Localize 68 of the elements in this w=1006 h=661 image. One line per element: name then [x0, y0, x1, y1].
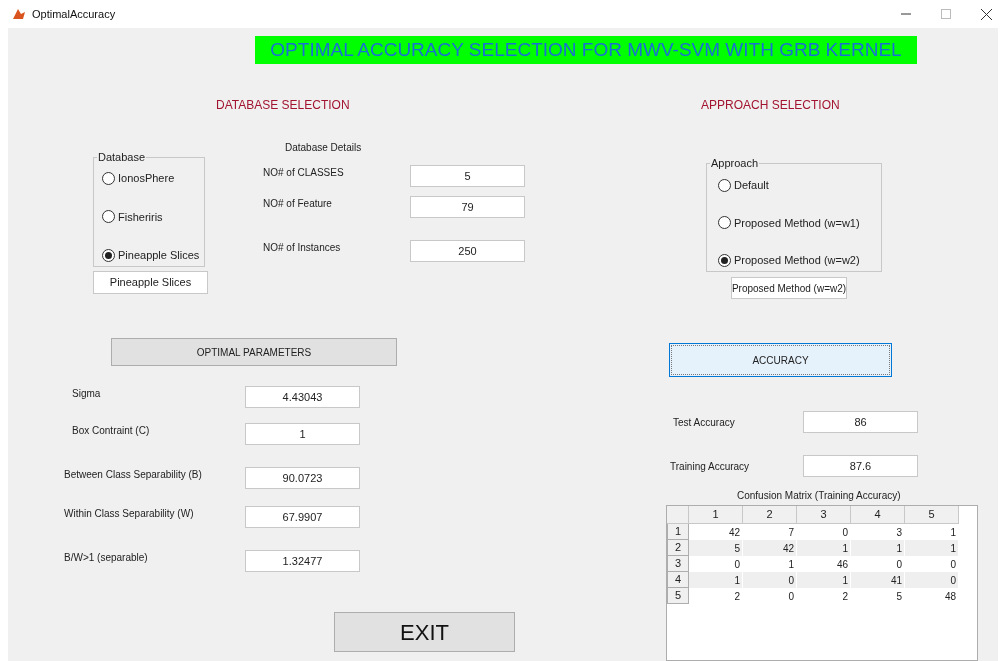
radio-button[interactable]: [102, 171, 115, 185]
value-field[interactable]: 67.9907: [245, 506, 360, 528]
detail-label: NO# of Feature: [263, 197, 333, 211]
radio-label[interactable]: Default: [734, 177, 769, 194]
parameter-label: Within Class Separability (W): [63, 507, 195, 521]
optimal-parameters-button[interactable]: OPTIMAL PARAMETERS: [111, 338, 397, 366]
table-cell: 5: [689, 540, 743, 556]
accuracy-label: Training Accuracy: [669, 460, 751, 474]
exit-button[interactable]: EXIT: [334, 612, 515, 652]
table-cell: 42: [743, 540, 797, 556]
row-header: 5: [667, 588, 689, 604]
value-field[interactable]: 5: [410, 165, 525, 187]
table-cell: 1: [797, 540, 851, 556]
radio-label[interactable]: Proposed Method (w=w2): [734, 252, 860, 269]
table-cell: 1: [905, 540, 959, 556]
row-header: 1: [667, 524, 689, 540]
row-header: 2: [667, 540, 689, 556]
section-heading: APPROACH SELECTION: [701, 97, 841, 114]
table-title: Confusion Matrix (Training Accuracy): [737, 489, 902, 503]
value-field[interactable]: 86: [803, 411, 918, 433]
details-title: Database Details: [285, 141, 363, 155]
value-field[interactable]: 1.32477: [245, 550, 360, 572]
value-field[interactable]: 90.0723: [245, 467, 360, 489]
window-title: OptimalAccuracy: [32, 6, 116, 22]
radio-button[interactable]: [102, 248, 115, 262]
parameter-label: Box Contraint (C): [71, 424, 151, 438]
accuracy-button[interactable]: ACCURACY: [669, 343, 892, 377]
table-cell: 1: [689, 572, 743, 588]
app-icon: [12, 7, 26, 21]
close-icon[interactable]: [981, 8, 992, 20]
value-field[interactable]: 1: [245, 423, 360, 445]
value-field[interactable]: 4.43043: [245, 386, 360, 408]
banner-title: OPTIMAL ACCURACY SELECTION FOR MWV-SVM WITH GRB KERNEL: [255, 36, 917, 64]
detail-label: NO# of CLASSES: [263, 166, 345, 180]
corner-header: [667, 506, 689, 524]
group-title: Approach: [710, 156, 760, 170]
column-header: 5: [905, 506, 959, 524]
table-cell: 0: [905, 572, 959, 588]
radio-button[interactable]: [102, 210, 115, 224]
selection-display: Proposed Method (w=w2): [731, 277, 847, 299]
table-cell: 1: [851, 540, 905, 556]
value-field[interactable]: 87.6: [803, 455, 918, 477]
radio-label[interactable]: Proposed Method (w=w1): [734, 214, 860, 231]
column-header: 2: [743, 506, 797, 524]
section-heading: DATABASE SELECTION: [216, 97, 351, 114]
table-cell: 1: [797, 572, 851, 588]
radio-button[interactable]: [718, 253, 731, 267]
table-cell: 0: [743, 572, 797, 588]
group-title: Database: [97, 150, 147, 164]
column-header: 3: [797, 506, 851, 524]
radio-button[interactable]: [718, 178, 731, 192]
value-field[interactable]: 79: [410, 196, 525, 218]
detail-label: NO# of Instances: [263, 241, 342, 255]
row-header: 3: [667, 556, 689, 572]
row-header: 4: [667, 572, 689, 588]
column-header: 4: [851, 506, 905, 524]
parameter-label: B/W>1 (separable): [63, 551, 149, 565]
radio-label[interactable]: IonosPhere: [118, 170, 175, 187]
column-header: 1: [689, 506, 743, 524]
table-cell: 41: [851, 572, 905, 588]
parameter-label: Sigma: [71, 387, 102, 401]
radio-label[interactable]: Pineapple Slices: [118, 247, 200, 264]
selection-display: Pineapple Slices: [93, 271, 208, 294]
value-field[interactable]: 250: [410, 240, 525, 262]
accuracy-label: Test Accuracy: [672, 416, 736, 430]
radio-button[interactable]: [718, 216, 731, 230]
parameter-label: Between Class Separability (B): [63, 468, 203, 482]
radio-label[interactable]: Fisheriris: [118, 208, 163, 225]
